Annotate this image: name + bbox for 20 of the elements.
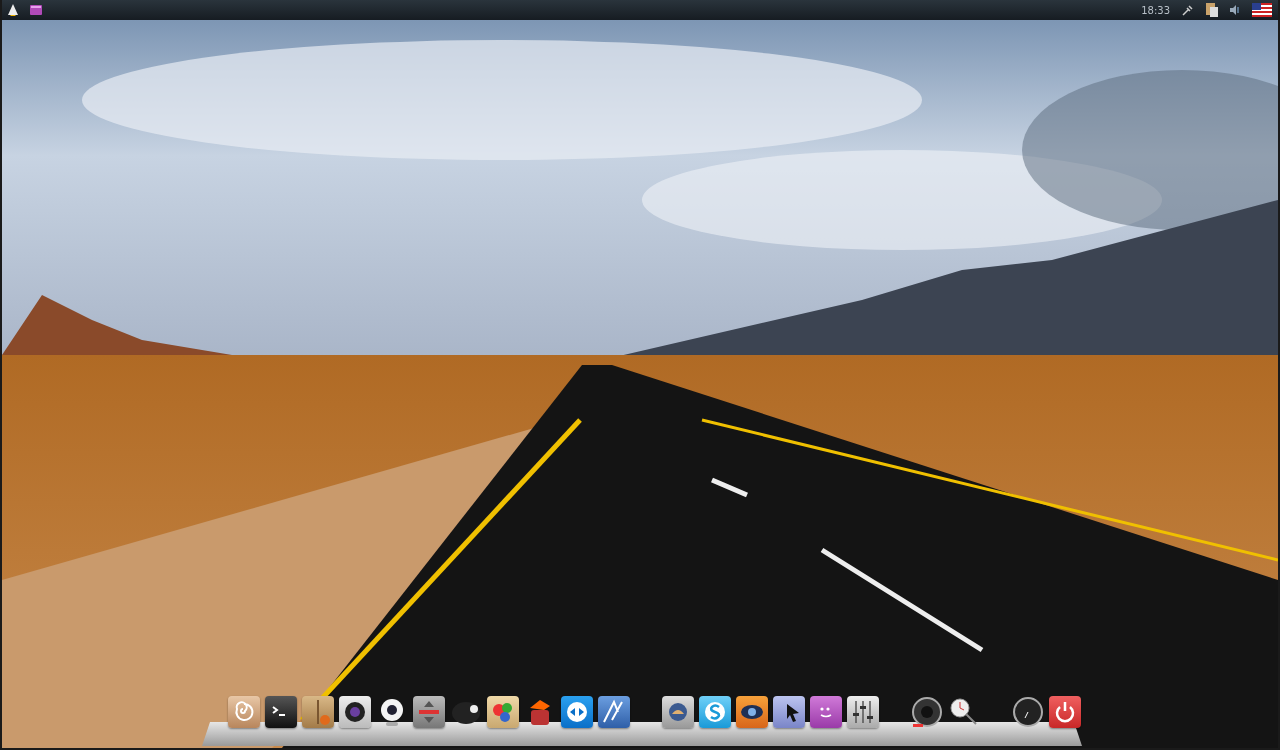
volume-icon[interactable] xyxy=(1230,5,1240,15)
pen-icon[interactable] xyxy=(598,696,630,728)
power-icon[interactable] xyxy=(1049,696,1081,728)
cursor-icon[interactable] xyxy=(773,696,805,728)
sliders-icon[interactable] xyxy=(847,696,879,728)
package-icon[interactable] xyxy=(302,696,334,728)
terminal-icon[interactable] xyxy=(265,696,297,728)
arrows-icon[interactable] xyxy=(413,696,445,728)
eye-icon[interactable] xyxy=(736,696,768,728)
speech-bubble-icon[interactable] xyxy=(810,696,842,728)
camera-lens-icon[interactable] xyxy=(339,696,371,728)
window-icon[interactable] xyxy=(30,5,42,15)
clipboard-icon[interactable] xyxy=(1206,3,1218,17)
paint-splash-icon[interactable] xyxy=(487,696,519,728)
gauge-icon[interactable] xyxy=(1012,696,1044,728)
flag-icon[interactable] xyxy=(1252,3,1272,17)
speaker-icon[interactable] xyxy=(911,696,943,728)
shell-icon[interactable] xyxy=(228,696,260,728)
clock-text[interactable]: 18:33 xyxy=(1141,4,1170,16)
s-letter-icon[interactable] xyxy=(699,696,731,728)
